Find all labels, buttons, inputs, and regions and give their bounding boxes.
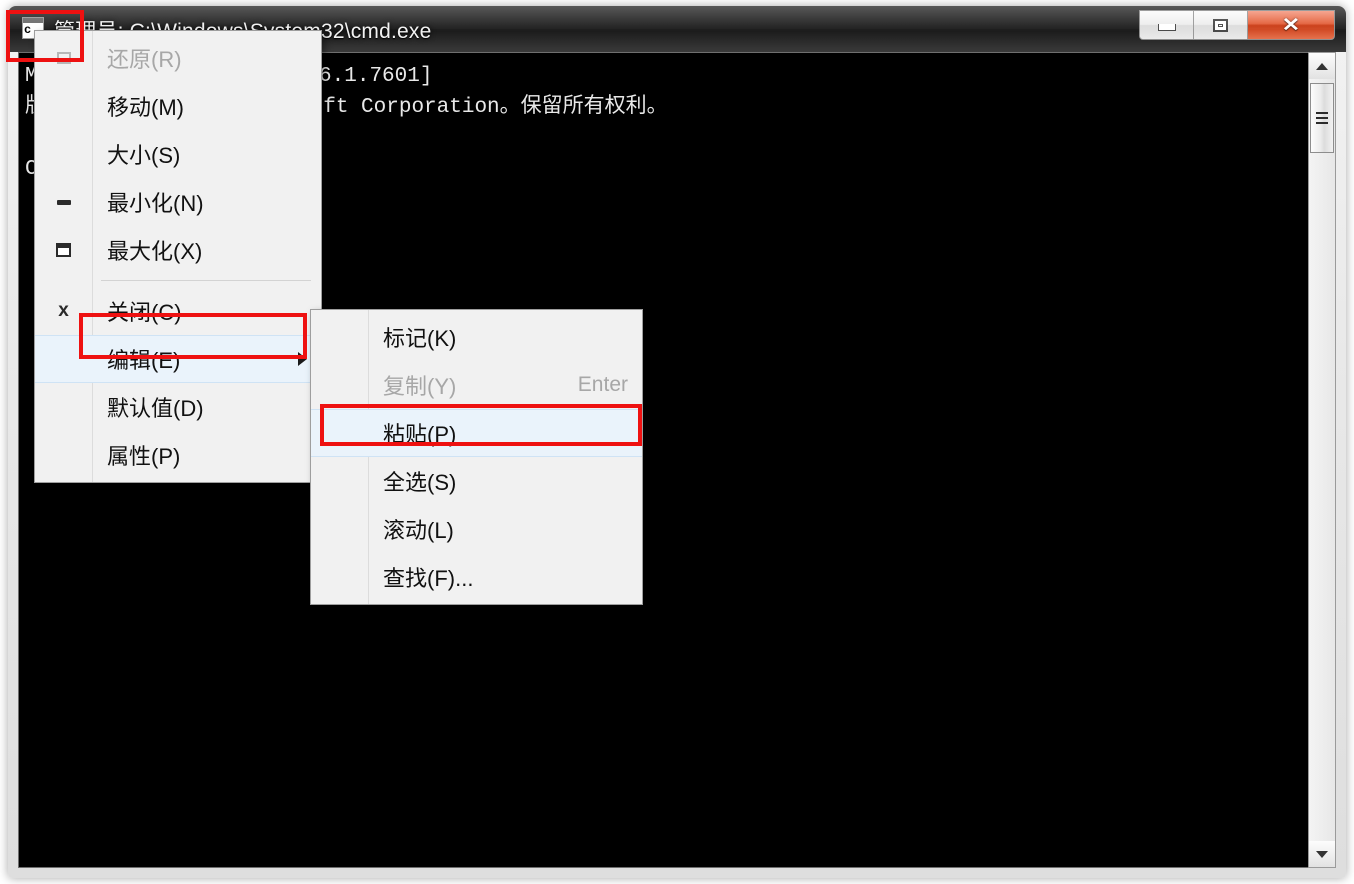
menu-item-move[interactable]: 移动(M)	[35, 82, 321, 130]
menu-separator	[101, 280, 311, 281]
submenu-item-find[interactable]: 查找(F)...	[311, 553, 642, 601]
restore-icon	[35, 34, 92, 82]
menu-item-label: 滚动(L)	[383, 518, 454, 543]
scroll-down-button[interactable]	[1309, 841, 1335, 867]
chevron-up-icon	[1316, 62, 1328, 70]
menu-item-accelerator: Enter	[577, 373, 628, 396]
restore-button[interactable]	[1194, 11, 1248, 39]
menu-item-label: 还原(R)	[107, 47, 182, 72]
system-menu[interactable]: 还原(R) 移动(M) 大小(S) 最小化(N) 最大化(X) x 关闭(C) …	[34, 30, 322, 483]
minimize-button[interactable]	[1140, 11, 1194, 39]
menu-item-label: 最小化(N)	[107, 191, 204, 216]
menu-item-close[interactable]: x 关闭(C)	[35, 287, 321, 335]
menu-item-label: 标记(K)	[383, 326, 457, 351]
menu-item-properties[interactable]: 属性(P)	[35, 431, 321, 479]
scrollbar-thumb[interactable]	[1310, 83, 1334, 153]
submenu-item-select-all[interactable]: 全选(S)	[311, 457, 642, 505]
menu-item-minimize[interactable]: 最小化(N)	[35, 178, 321, 226]
menu-item-label: 大小(S)	[107, 143, 181, 168]
menu-item-size[interactable]: 大小(S)	[35, 130, 321, 178]
menu-item-label: 移动(M)	[107, 95, 184, 120]
chevron-right-icon	[298, 352, 307, 366]
close-icon: x	[58, 300, 69, 321]
submenu-item-mark[interactable]: 标记(K)	[311, 313, 642, 361]
edit-submenu[interactable]: 标记(K) 复制(Y) Enter 粘贴(P) 全选(S) 滚动(L) 查找(F…	[310, 309, 643, 605]
menu-item-label: 编辑(E)	[107, 348, 181, 373]
scroll-up-button[interactable]	[1309, 53, 1335, 79]
submenu-item-scroll[interactable]: 滚动(L)	[311, 505, 642, 553]
window-controls: ✕	[1139, 10, 1335, 40]
menu-item-maximize[interactable]: 最大化(X)	[35, 226, 321, 274]
menu-item-label: 最大化(X)	[107, 239, 203, 264]
menu-item-edit[interactable]: 编辑(E)	[35, 335, 321, 383]
chevron-down-icon	[1316, 850, 1328, 858]
maximize-icon	[35, 226, 92, 274]
menu-item-label: 属性(P)	[107, 444, 181, 469]
menu-item-restore[interactable]: 还原(R)	[35, 34, 321, 82]
restore-icon	[1213, 18, 1228, 32]
menu-item-label: 复制(Y)	[383, 374, 457, 399]
menu-item-label: 查找(F)...	[383, 566, 474, 591]
menu-item-label: 关闭(C)	[107, 300, 182, 325]
minimize-icon	[35, 178, 92, 226]
close-button[interactable]: ✕	[1248, 11, 1334, 39]
menu-item-label: 全选(S)	[383, 470, 457, 495]
submenu-item-paste[interactable]: 粘贴(P)	[311, 409, 642, 457]
minimize-icon	[1157, 24, 1176, 31]
menu-item-label: 粘贴(P)	[383, 422, 457, 447]
vertical-scrollbar[interactable]	[1308, 52, 1336, 868]
close-icon: ✕	[1281, 14, 1301, 36]
menu-item-label: 默认值(D)	[107, 396, 204, 421]
desktop-background: c 管理员: C:\Windows\System32\cmd.exe ✕ Mic…	[0, 0, 1354, 884]
menu-item-defaults[interactable]: 默认值(D)	[35, 383, 321, 431]
submenu-item-copy[interactable]: 复制(Y) Enter	[311, 361, 642, 409]
scrollbar-grip-icon	[1316, 109, 1328, 127]
